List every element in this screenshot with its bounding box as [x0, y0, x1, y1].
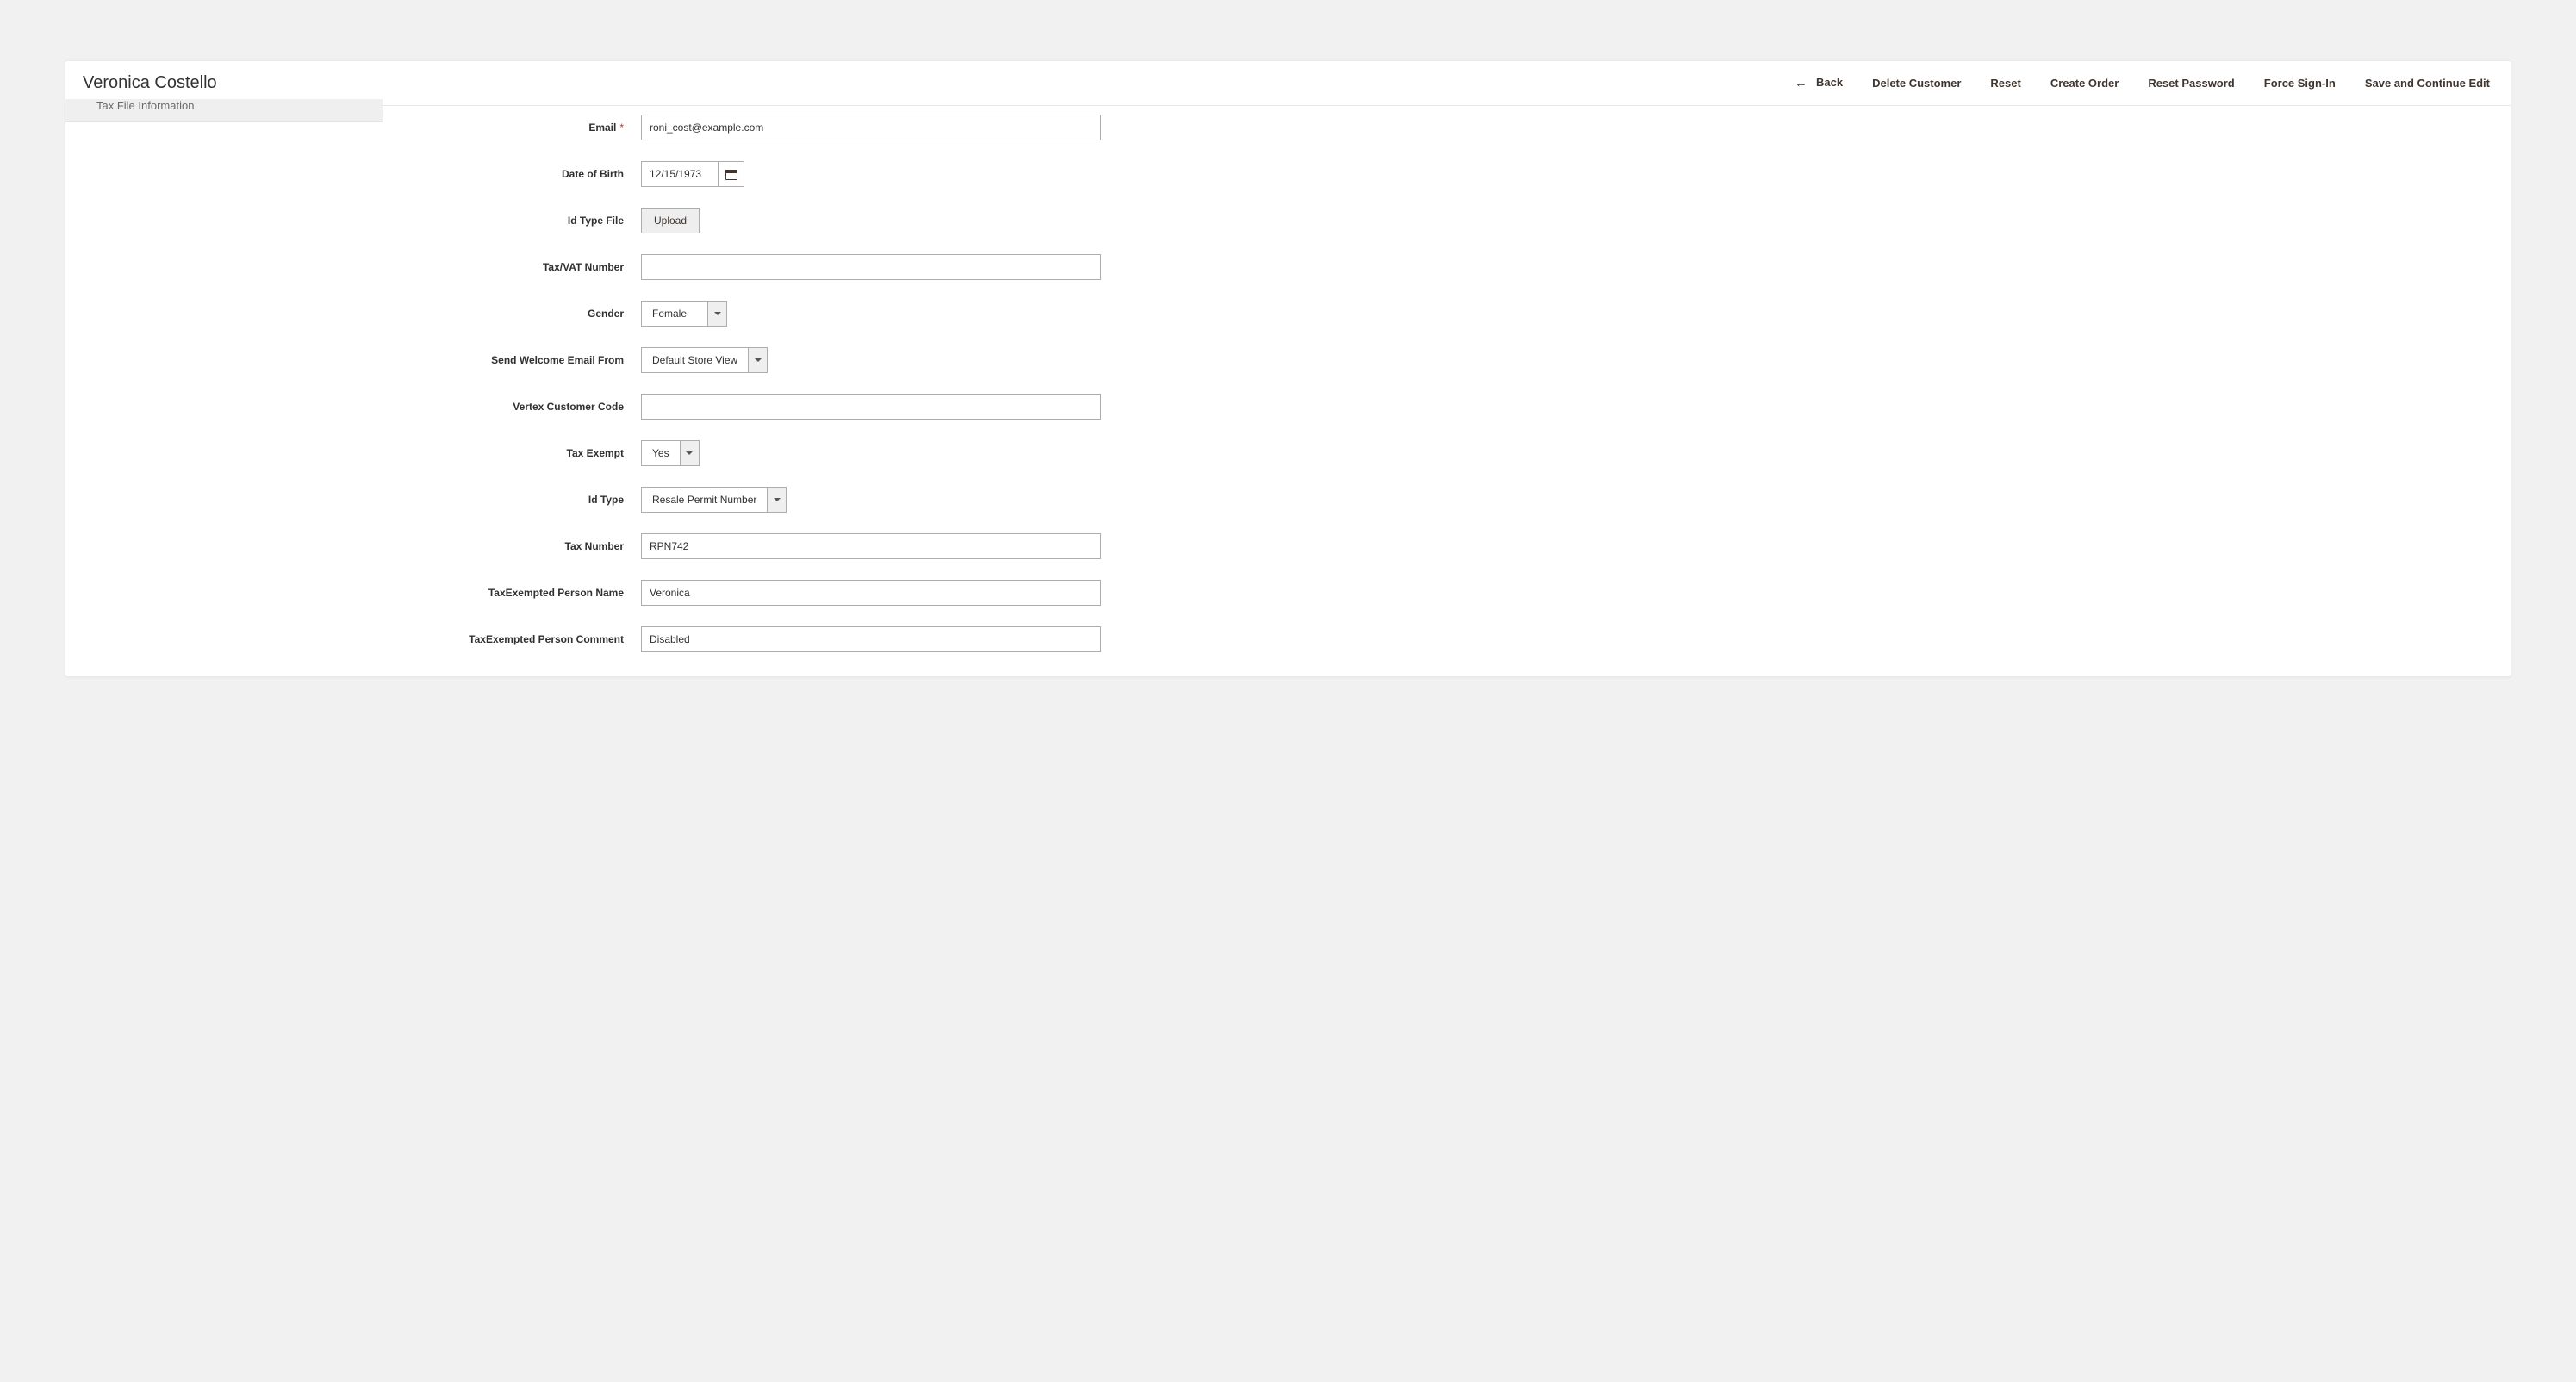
customer-edit-card: Veronica Costello ← Back Delete Customer … [65, 60, 2511, 677]
reset-button[interactable]: Reset [1990, 77, 2020, 90]
back-button[interactable]: ← Back [1795, 76, 1843, 90]
tax-number-input[interactable] [641, 533, 1101, 559]
label-tax-vat: Tax/VAT Number [400, 261, 641, 273]
required-star-icon: * [619, 121, 624, 134]
row-email: Email* [400, 115, 2493, 140]
sidebar: Tax File Information [65, 106, 383, 676]
tax-exempt-caret [680, 441, 699, 465]
save-continue-button[interactable]: Save and Continue Edit [2365, 77, 2490, 90]
upload-button[interactable]: Upload [641, 208, 700, 233]
chevron-down-icon [714, 312, 721, 315]
row-welcome-email: Send Welcome Email From Default Store Vi… [400, 347, 2493, 373]
vertex-input[interactable] [641, 394, 1101, 420]
dob-calendar-button[interactable] [718, 162, 744, 186]
welcome-email-caret [748, 348, 767, 372]
create-order-button[interactable]: Create Order [2050, 77, 2119, 90]
header-bar: Veronica Costello ← Back Delete Customer … [65, 61, 2511, 106]
body-area: Tax File Information Email* Date of Birt… [65, 106, 2511, 676]
tax-exempt-value: Yes [642, 441, 680, 465]
sidebar-item-label: Tax File Information [96, 99, 194, 112]
label-tax-exempt: Tax Exempt [400, 447, 641, 459]
tax-exempt-comment-input[interactable] [641, 626, 1101, 652]
id-type-value: Resale Permit Number [642, 488, 767, 512]
sidebar-item-tax-file-information[interactable]: Tax File Information [65, 99, 383, 122]
label-id-type-file: Id Type File [400, 215, 641, 227]
welcome-email-select[interactable]: Default Store View [641, 347, 768, 373]
welcome-email-value: Default Store View [642, 348, 748, 372]
label-welcome-email: Send Welcome Email From [400, 354, 641, 366]
label-tax-number: Tax Number [400, 540, 641, 552]
force-signin-button[interactable]: Force Sign-In [2264, 77, 2336, 90]
id-type-caret [767, 488, 786, 512]
gender-caret [707, 302, 726, 326]
chevron-down-icon [774, 498, 781, 501]
dob-field [641, 161, 744, 187]
row-tax-exempt-comment: TaxExempted Person Comment [400, 626, 2493, 652]
chevron-down-icon [755, 358, 762, 362]
tax-vat-input[interactable] [641, 254, 1101, 280]
header-actions: ← Back Delete Customer Reset Create Order… [1795, 76, 2490, 90]
row-tax-number: Tax Number [400, 533, 2493, 559]
gender-value: Female [642, 302, 707, 326]
row-tax-vat: Tax/VAT Number [400, 254, 2493, 280]
back-label: Back [1816, 76, 1843, 89]
row-vertex: Vertex Customer Code [400, 394, 2493, 420]
row-id-type: Id Type Resale Permit Number [400, 487, 2493, 513]
arrow-left-icon: ← [1795, 76, 1808, 90]
calendar-icon [725, 167, 738, 181]
delete-customer-button[interactable]: Delete Customer [1872, 77, 1961, 90]
id-type-select[interactable]: Resale Permit Number [641, 487, 787, 513]
label-gender: Gender [400, 308, 641, 320]
label-vertex: Vertex Customer Code [400, 401, 641, 413]
row-dob: Date of Birth [400, 161, 2493, 187]
chevron-down-icon [686, 451, 693, 455]
row-gender: Gender Female [400, 301, 2493, 327]
page-title: Veronica Costello [78, 73, 217, 93]
reset-password-button[interactable]: Reset Password [2148, 77, 2234, 90]
form-area: Email* Date of Birth Id Type File [383, 106, 2511, 676]
dob-input[interactable] [642, 162, 718, 186]
tax-exempt-select[interactable]: Yes [641, 440, 700, 466]
row-tax-exempt: Tax Exempt Yes [400, 440, 2493, 466]
gender-select[interactable]: Female [641, 301, 727, 327]
tax-exempt-name-input[interactable] [641, 580, 1101, 606]
row-tax-exempt-name: TaxExempted Person Name [400, 580, 2493, 606]
email-input[interactable] [641, 115, 1101, 140]
label-id-type: Id Type [400, 494, 641, 506]
label-dob: Date of Birth [400, 168, 641, 180]
row-id-type-file: Id Type File Upload [400, 208, 2493, 233]
label-tax-exempt-name: TaxExempted Person Name [400, 587, 641, 599]
label-email: Email* [400, 121, 641, 134]
label-tax-exempt-comment: TaxExempted Person Comment [400, 633, 641, 645]
